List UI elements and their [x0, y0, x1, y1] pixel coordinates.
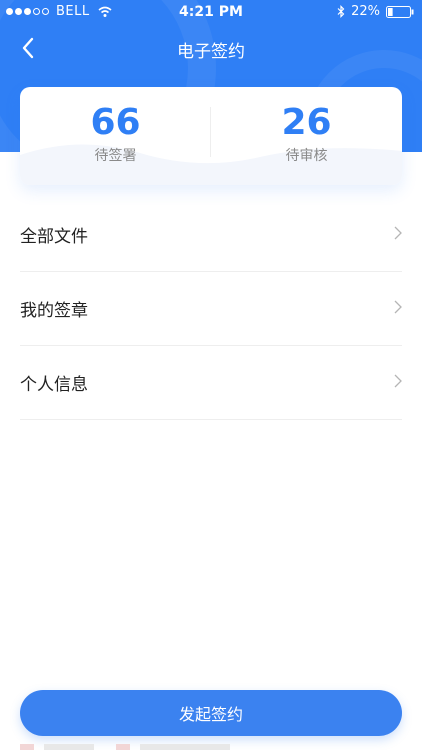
menu-list: 全部文件 我的签章 个人信息: [20, 198, 402, 420]
footer-fragment: [20, 744, 34, 750]
footer-peek: [20, 744, 402, 750]
footer-fragment: [116, 744, 130, 750]
nav-bar: 电子签约: [0, 26, 422, 70]
footer-fragment: [44, 744, 94, 750]
battery-percent: 22%: [351, 4, 380, 19]
status-right: 22%: [337, 4, 414, 19]
stat-pending-sign[interactable]: 66 待签署: [20, 87, 211, 185]
stat-pending-review[interactable]: 26 待审核: [211, 87, 402, 185]
chevron-right-icon: [394, 226, 402, 240]
stat-value: 26: [281, 102, 332, 143]
stat-label: 待签署: [94, 148, 137, 164]
menu-item-label: 我的签章: [20, 301, 88, 321]
stat-label: 待审核: [285, 148, 328, 164]
menu-item-my-seals[interactable]: 我的签章: [20, 272, 402, 346]
menu-item-label: 全部文件: [20, 227, 88, 247]
chevron-right-icon: [394, 374, 402, 388]
menu-item-label: 个人信息: [20, 375, 88, 395]
bluetooth-icon: [337, 5, 345, 18]
status-bar: BELL 4:21 PM 22%: [0, 0, 422, 24]
stat-value: 66: [90, 102, 141, 143]
stats-card: 66 待签署 26 待审核: [20, 87, 402, 185]
start-signing-button[interactable]: 发起签约: [20, 690, 402, 736]
footer-fragment: [140, 744, 230, 750]
menu-item-personal-info[interactable]: 个人信息: [20, 346, 402, 420]
battery-icon: [386, 5, 414, 18]
menu-item-all-files[interactable]: 全部文件: [20, 198, 402, 272]
page-title: 电子签约: [177, 42, 245, 62]
chevron-right-icon: [394, 300, 402, 314]
